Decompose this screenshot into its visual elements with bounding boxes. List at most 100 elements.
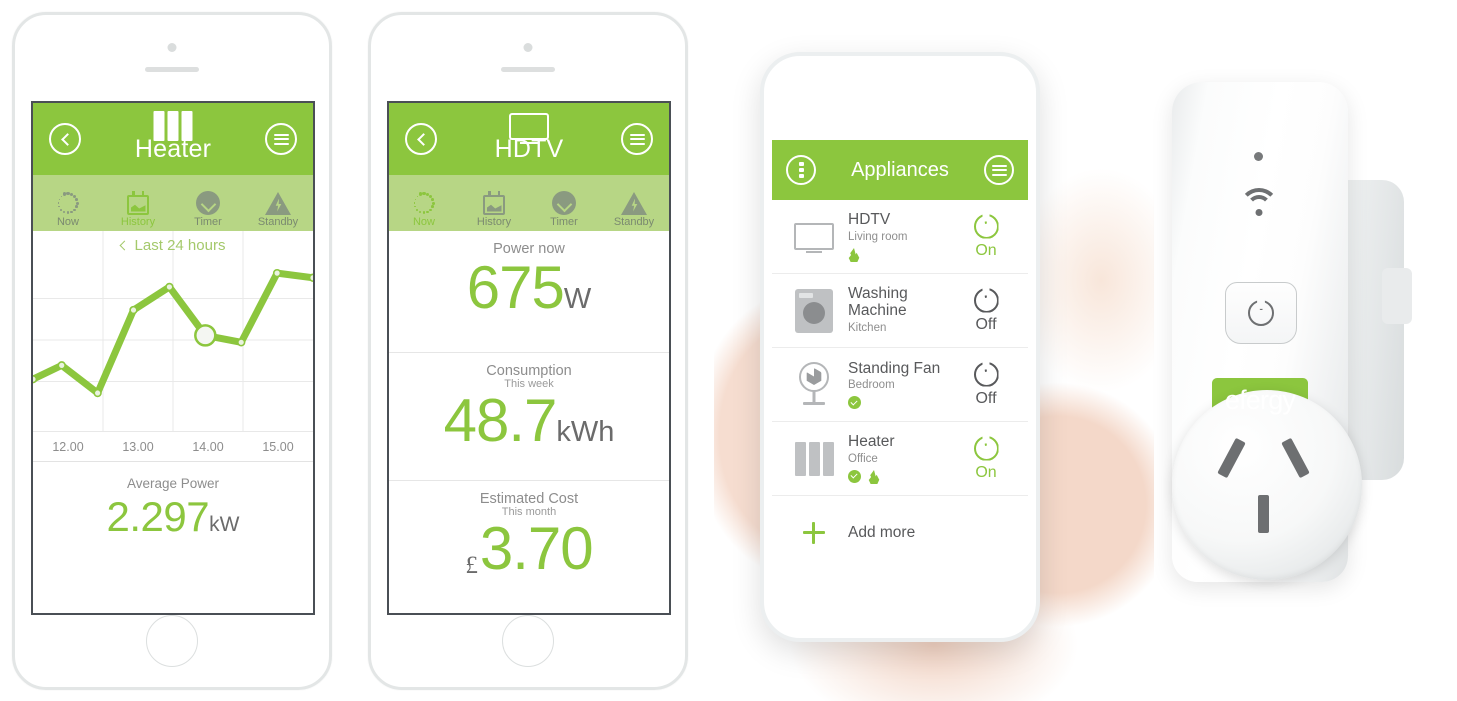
flame-badge xyxy=(868,469,880,484)
heater-icon xyxy=(153,111,193,141)
tab-label: Standby xyxy=(257,216,299,228)
chart-point[interactable] xyxy=(129,305,138,315)
tab-history[interactable]: History xyxy=(459,175,529,231)
calendar-chart-icon xyxy=(127,191,149,215)
plus-icon xyxy=(786,522,842,544)
home-button[interactable] xyxy=(146,615,198,667)
tab-label: Timer xyxy=(550,216,578,228)
standby-bolt-icon xyxy=(265,191,291,215)
phone-appliances: Appliances HDTV Living room On Washing M… xyxy=(760,52,1040,642)
socket-pin-earth xyxy=(1258,495,1269,533)
appliance-location: Living room xyxy=(848,230,908,243)
power-button-icon xyxy=(973,435,999,461)
list-item[interactable]: Washing Machine Kitchen Off xyxy=(772,274,1028,348)
list-options-button[interactable] xyxy=(786,155,816,185)
stat-consumption: Consumption This week 48.7kWh xyxy=(389,353,669,481)
earpiece-speaker xyxy=(501,67,555,72)
x-tick: 13.00 xyxy=(122,439,154,454)
stat-value: 48.7kWh xyxy=(389,391,669,451)
appliance-location: Office xyxy=(848,452,878,465)
status-led xyxy=(1254,152,1263,161)
status-badge xyxy=(848,396,958,410)
app-header: Heater xyxy=(33,103,313,175)
tab-standby[interactable]: Standby xyxy=(243,175,313,231)
tab-timer[interactable]: Timer xyxy=(529,175,599,231)
chart-point[interactable] xyxy=(237,338,246,347)
tv-thumb-icon xyxy=(786,223,842,250)
tab-history[interactable]: History xyxy=(103,175,173,231)
stat-value: 675W xyxy=(389,258,669,318)
tab-now[interactable]: Now xyxy=(33,175,103,231)
currency-symbol: £ xyxy=(465,552,478,579)
tab-timer[interactable]: Timer xyxy=(173,175,243,231)
timer-badge xyxy=(848,396,861,410)
status-badge xyxy=(848,247,958,262)
chevron-left-icon xyxy=(60,132,74,146)
chart-point[interactable] xyxy=(33,374,38,384)
history-chart[interactable]: Last 24 hours xyxy=(33,231,313,431)
average-power-value: 2.297kW xyxy=(33,493,313,541)
stat-power-now: Power now 675W xyxy=(389,231,669,353)
x-tick: 12.00 xyxy=(52,439,84,454)
phone1-screen: Heater Now History Timer Standby Last 24… xyxy=(31,101,315,615)
chart-point[interactable] xyxy=(308,273,313,282)
tab-label: History xyxy=(120,216,156,228)
tab-label: History xyxy=(476,216,512,228)
menu-button[interactable] xyxy=(265,123,297,155)
chart-range-label: Last 24 hours xyxy=(134,237,226,254)
chart-point[interactable] xyxy=(165,282,174,292)
power-toggle[interactable]: On xyxy=(958,213,1014,260)
page-title: HDTV xyxy=(494,134,564,163)
back-button[interactable] xyxy=(49,123,81,155)
menu-button[interactable] xyxy=(621,123,653,155)
flame-badge xyxy=(848,247,860,262)
chart-point[interactable] xyxy=(57,361,66,370)
hamburger-menu-icon xyxy=(991,162,1007,178)
chart-point[interactable] xyxy=(272,268,282,278)
chart-selected-point[interactable] xyxy=(194,324,217,347)
plug-power-button[interactable] xyxy=(1225,282,1297,344)
calendar-chart-icon xyxy=(483,191,505,215)
list-item[interactable]: Heater Office On xyxy=(772,422,1028,496)
add-more-button[interactable]: Add more xyxy=(772,496,1028,548)
tab-now[interactable]: Now xyxy=(389,175,459,231)
brand-label: efergy xyxy=(1224,384,1296,415)
tab-label: Timer xyxy=(194,216,222,228)
list-item[interactable]: Standing Fan Bedroom Off xyxy=(772,348,1028,422)
socket-pin-right xyxy=(1281,437,1310,479)
front-camera xyxy=(167,43,177,52)
standby-bolt-icon xyxy=(621,191,647,215)
tab-standby[interactable]: Standby xyxy=(599,175,669,231)
power-toggle[interactable]: Off xyxy=(958,287,1014,334)
chevron-left-icon xyxy=(416,132,430,146)
home-button[interactable] xyxy=(502,615,554,667)
appliance-name: Heater xyxy=(848,433,895,451)
app-header: Appliances xyxy=(772,140,1028,200)
spinner-dots-icon xyxy=(56,191,80,215)
average-power-unit: kW xyxy=(209,513,240,536)
phone3-screen: Appliances HDTV Living room On Washing M… xyxy=(772,140,1028,548)
chevron-left-icon xyxy=(119,240,129,251)
power-toggle[interactable]: Off xyxy=(958,361,1014,408)
fan-thumb-icon xyxy=(786,361,842,407)
stat-number: 48.7 xyxy=(443,387,558,454)
clock-icon xyxy=(552,191,576,215)
timer-badge xyxy=(848,469,861,483)
x-tick: 15.00 xyxy=(262,439,294,454)
status-badge xyxy=(848,469,958,484)
hamburger-menu-icon xyxy=(629,131,645,147)
chart-point[interactable] xyxy=(93,388,102,398)
spinner-dots-icon xyxy=(412,191,436,215)
back-button[interactable] xyxy=(405,123,437,155)
list-item[interactable]: HDTV Living room On xyxy=(772,200,1028,274)
appliance-location: Bedroom xyxy=(848,379,895,392)
chart-range-nav[interactable]: Last 24 hours xyxy=(33,237,313,254)
average-power-panel: Average Power 2.297kW xyxy=(33,461,313,541)
appliance-location: Kitchen xyxy=(848,322,887,335)
earpiece-speaker xyxy=(145,67,199,72)
efergy-logo: efergy xyxy=(1212,378,1308,431)
power-toggle[interactable]: On xyxy=(958,435,1014,482)
screenshot-stage: Heater Now History Timer Standby Last 24… xyxy=(0,0,1457,701)
menu-button[interactable] xyxy=(984,155,1014,185)
power-button-icon xyxy=(973,213,999,239)
